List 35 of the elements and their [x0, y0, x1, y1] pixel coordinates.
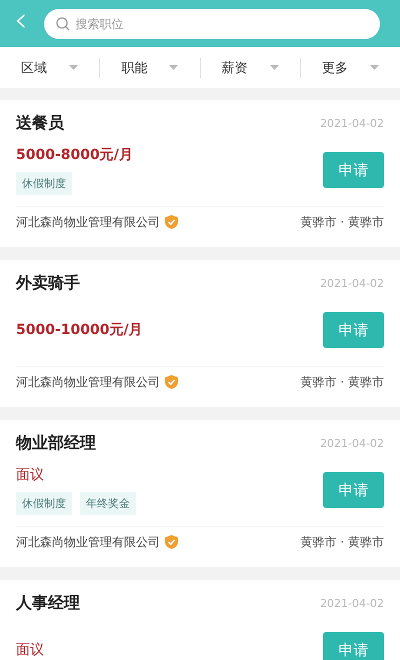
job-title: 人事经理: [16, 592, 80, 614]
dropdown-icon: [370, 65, 379, 70]
dropdown-icon: [169, 65, 178, 70]
apply-button[interactable]: 申请: [323, 312, 384, 348]
location: 黄骅市 · 黄骅市: [300, 374, 384, 390]
dropdown-icon: [69, 65, 78, 70]
benefit-tag: 休假制度: [16, 172, 72, 194]
salary: 5000-8000元/月: [16, 146, 133, 164]
filter-dropdown[interactable]: 职能: [99, 58, 200, 78]
location: 黄骅市 · 黄骅市: [300, 214, 384, 230]
job-title: 物业部经理: [16, 432, 96, 454]
apply-button[interactable]: 申请: [323, 472, 384, 508]
apply-button[interactable]: 申请: [323, 152, 384, 188]
salary: 面议: [16, 641, 44, 659]
post-date: 2021-04-02: [320, 276, 384, 290]
location: 黄骅市 · 黄骅市: [300, 534, 384, 550]
filter-dropdown[interactable]: 区域: [0, 58, 100, 78]
apply-button[interactable]: 申请: [323, 632, 384, 660]
filter-dropdown[interactable]: 薪资: [200, 58, 300, 78]
company-name: 河北森尚物业管理有限公司: [16, 214, 160, 230]
salary: 5000-10000元/月: [16, 321, 143, 339]
benefit-tag: 休假制度: [16, 492, 72, 514]
post-date: 2021-04-02: [320, 116, 384, 130]
search-field[interactable]: 搜索职位: [44, 8, 380, 38]
back-button[interactable]: ‹: [10, 2, 32, 36]
dropdown-icon: [270, 65, 279, 70]
filter-dropdown[interactable]: 更多: [300, 58, 400, 78]
company-name: 河北森尚物业管理有限公司: [16, 374, 160, 390]
job-title: 送餐员: [16, 112, 64, 134]
salary: 面议: [16, 466, 45, 484]
post-date: 2021-04-02: [320, 436, 384, 450]
post-date: 2021-04-02: [320, 596, 384, 610]
benefit-tag: 年终奖金: [80, 492, 136, 514]
job-title: 外卖骑手: [16, 272, 80, 294]
company-name: 河北森尚物业管理有限公司: [16, 534, 160, 550]
